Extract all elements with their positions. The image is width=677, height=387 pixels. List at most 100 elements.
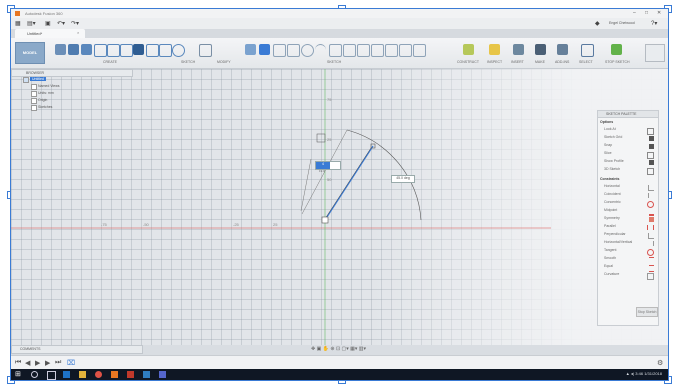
timeline: ⏮ ◀ ▶ ▶ ⏭ ⌧ ⚙ (11, 355, 668, 370)
constraint-label: Perpendicular (604, 232, 626, 236)
constraint-label: Horizontal/Vertical (604, 240, 633, 244)
go-to-start-icon[interactable]: ⏮ (15, 359, 21, 367)
ruler-label: 50 (327, 177, 332, 182)
look-at-icon[interactable] (647, 128, 654, 135)
explorer-icon[interactable] (79, 371, 86, 378)
option-row[interactable]: Snap (604, 143, 654, 150)
browser-title: BROWSER (26, 71, 45, 75)
display-settings-icon[interactable]: ▢▾ (342, 346, 349, 352)
search-icon[interactable] (31, 371, 38, 378)
network-icon[interactable]: ▲ (626, 371, 630, 376)
constraint-row[interactable]: Parallel (604, 224, 654, 231)
constraints-header[interactable]: Constraints (600, 177, 619, 181)
constraint-row[interactable]: Curvature (604, 272, 654, 280)
constraint-row[interactable]: Horizontal (604, 184, 654, 191)
constraint-row[interactable]: Concentric (604, 200, 654, 208)
step-back-icon[interactable]: ◀ (25, 359, 30, 367)
symmetry-icon[interactable] (649, 217, 654, 222)
angle-input[interactable]: 45.0 deg (391, 175, 415, 183)
midpoint-icon[interactable] (649, 209, 654, 216)
constraint-row[interactable]: Tangent (604, 248, 654, 256)
equal-icon[interactable] (649, 265, 654, 272)
perpendicular-icon[interactable] (648, 233, 654, 239)
constraint-label: Curvature (604, 272, 620, 276)
concentric-icon[interactable] (647, 201, 654, 208)
dimension-line (300, 158, 312, 212)
horizontal-constraint-icon[interactable] (648, 185, 654, 191)
app-taskbar-icon[interactable] (159, 371, 166, 378)
constraint-label: Horizontal (604, 184, 620, 188)
curvature-icon[interactable] (647, 273, 654, 280)
zoom-icon[interactable]: ⊕ (330, 346, 334, 352)
horizontal-vertical-icon[interactable] (648, 241, 654, 246)
edge-icon[interactable] (63, 371, 70, 378)
checkbox-icon[interactable] (647, 152, 654, 159)
constraint-row[interactable]: Equal (604, 264, 654, 272)
option-row[interactable]: Look At (604, 127, 654, 135)
checkbox-icon[interactable] (649, 160, 654, 165)
option-label: Show Profile (604, 159, 624, 163)
parallel-icon[interactable] (647, 225, 654, 230)
browser-item-origin[interactable]: Origin (31, 97, 81, 104)
option-row[interactable]: Sketch Grid (604, 135, 654, 142)
checkbox-icon[interactable] (647, 168, 654, 175)
sketch-line-shadow (322, 147, 372, 223)
constraint-row[interactable]: Horizontal/Vertical (604, 240, 654, 247)
constraint-row[interactable]: Symmetry (604, 216, 654, 223)
pan-icon[interactable]: ✋ (323, 346, 329, 352)
options-header[interactable]: Options (600, 120, 613, 124)
taskbar-time[interactable]: 3:46 (635, 371, 643, 376)
option-row[interactable]: 3D Sketch (604, 167, 654, 175)
option-row[interactable]: Slice (604, 151, 654, 159)
start-icon[interactable]: ⊞ (15, 370, 22, 378)
sketch-feature-icon[interactable]: ⌧ (67, 359, 75, 367)
stop-sketch-button[interactable]: Stop Sketch (636, 307, 658, 317)
viewports-icon[interactable]: ▥▾ (359, 346, 366, 352)
browser-item-units[interactable]: Units: mm (31, 90, 81, 97)
coincident-icon[interactable] (648, 193, 654, 198)
ruler-label: -75 (101, 222, 107, 227)
constraint-label: Concentric (604, 200, 621, 204)
option-row[interactable]: Show Profile (604, 159, 654, 166)
chrome-icon[interactable] (95, 371, 102, 378)
browser-item-label: Units: mm (38, 91, 54, 95)
go-to-end-icon[interactable]: ⏭ (55, 359, 61, 367)
constraint-label: Smooth (604, 256, 617, 260)
grid-settings-icon[interactable]: ▦▾ (350, 346, 357, 352)
smooth-icon[interactable] (649, 257, 654, 263)
look-at-icon[interactable]: ▣ (317, 346, 322, 352)
taskbar-date[interactable]: 1/31/2018 (644, 371, 662, 376)
fusion-taskbar-icon[interactable] (111, 371, 118, 378)
constraint-label: Symmetry (604, 216, 620, 220)
step-forward-icon[interactable]: ▶ (45, 359, 50, 367)
sketch-palette-header[interactable]: SKETCH PALETTE (598, 111, 658, 118)
comments-panel[interactable]: COMMENTS (11, 345, 143, 354)
ruler-label: 25 (327, 137, 332, 142)
browser-item-label: Origin (38, 98, 48, 102)
constraint-row[interactable]: Coincident (604, 192, 654, 199)
browser-item-named-views[interactable]: Named Views (31, 83, 81, 90)
browser-item-sketches[interactable]: Sketches (31, 104, 81, 111)
task-view-icon[interactable] (47, 371, 56, 380)
fit-icon[interactable]: ⊡ (336, 346, 340, 352)
sketch-palette-title: SKETCH PALETTE (606, 112, 637, 116)
ruler-label: 25 (273, 222, 278, 227)
constraint-row[interactable]: Perpendicular (604, 232, 654, 239)
timeline-settings-icon[interactable]: ⚙ (657, 359, 663, 367)
constraint-label: Midpoint (604, 208, 618, 212)
origin-point (321, 216, 329, 224)
checkbox-icon[interactable] (649, 144, 654, 149)
constraint-row[interactable]: Midpoint (604, 208, 654, 216)
ruler-label: -50 (143, 222, 149, 227)
app-taskbar-icon[interactable] (127, 371, 134, 378)
browser-item-root[interactable]: Untitled (23, 76, 63, 83)
app-taskbar-icon[interactable] (143, 371, 150, 378)
volume-icon[interactable]: ◂) (631, 371, 634, 376)
orbit-icon[interactable]: ✥ (311, 346, 315, 352)
play-icon[interactable]: ▶ (35, 359, 40, 367)
constraint-label: Parallel (604, 224, 616, 228)
checkbox-icon[interactable] (649, 136, 654, 141)
constraint-row[interactable]: Smooth (604, 256, 654, 263)
tangent-icon[interactable] (647, 249, 654, 256)
ruler-label: -25 (233, 222, 239, 227)
